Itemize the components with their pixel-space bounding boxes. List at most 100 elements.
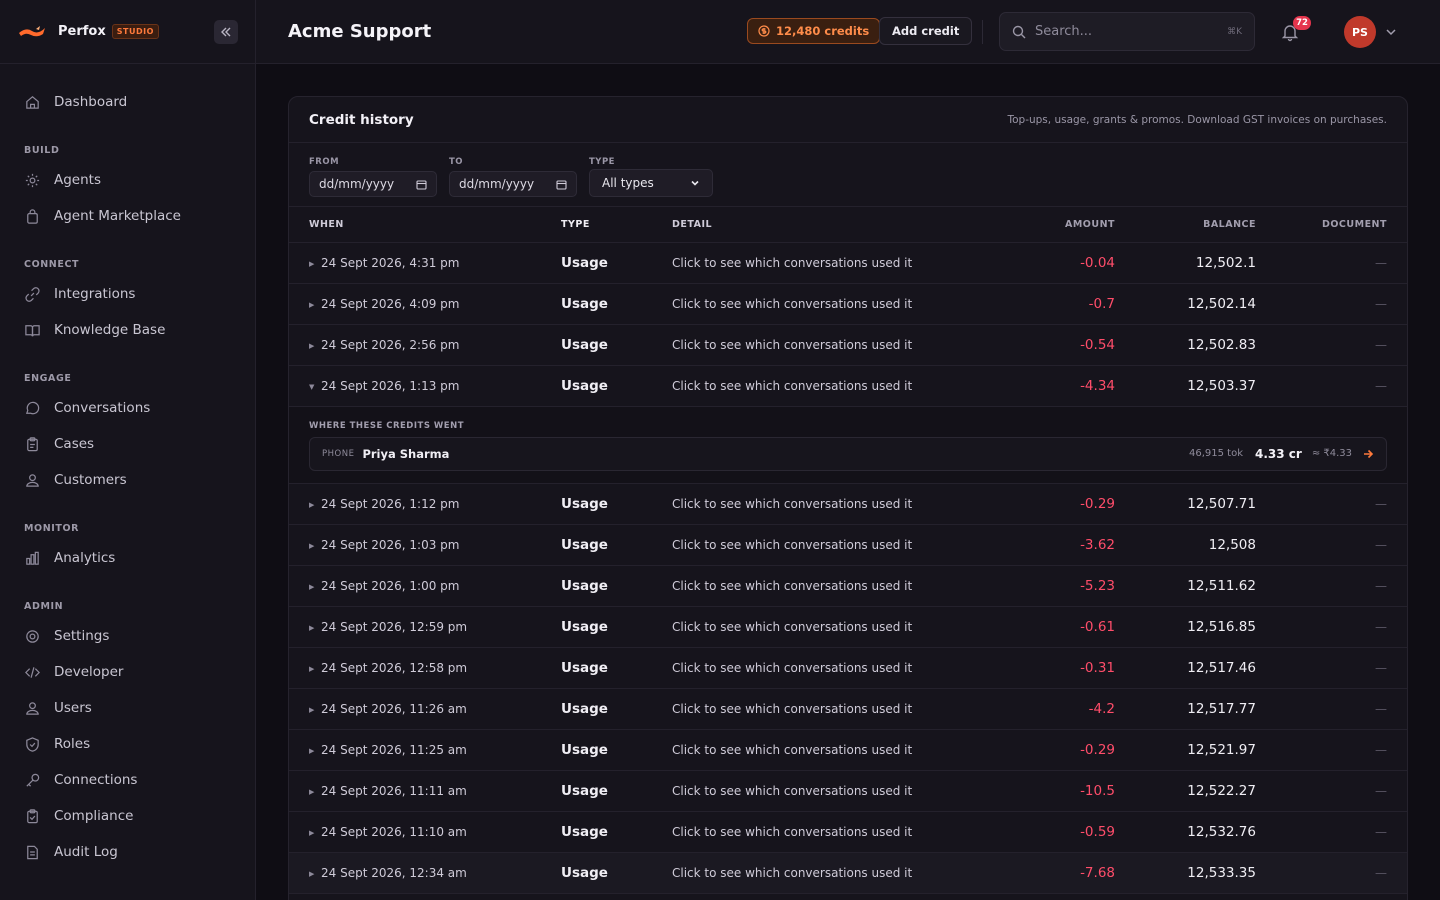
- sidebar-section-admin: ADMIN: [24, 601, 64, 612]
- page-title: Acme Support: [288, 21, 432, 42]
- row-document: —: [1256, 242, 1407, 284]
- sidebar-item-dashboard[interactable]: Dashboard: [0, 84, 255, 120]
- row-type: Usage: [561, 811, 672, 853]
- table-row[interactable]: ▶ 24 Sept 2026, 11:25 am Usage Click to s…: [289, 729, 1407, 771]
- row-detail: Click to see which conversations used it: [672, 811, 972, 853]
- sidebar-item-analytics[interactable]: Analytics: [0, 540, 255, 576]
- table-row[interactable]: ▶ 24 Sept 2026, 2:56 pm Usage Click to se…: [289, 324, 1407, 366]
- row-when-text: 24 Sept 2026, 1:00 pm: [321, 578, 460, 593]
- table-row-expanded[interactable]: ▼ 24 Sept 2026, 1:13 pm Usage Click to se…: [289, 365, 1407, 407]
- breakdown-customer-name: Priya Sharma: [362, 446, 450, 461]
- row-balance: 12,532.76: [1115, 811, 1256, 853]
- sidebar-item-connections[interactable]: Connections: [0, 762, 255, 798]
- caret-right-icon: ▶: [309, 500, 315, 509]
- row-when-text: 24 Sept 2026, 1:03 pm: [321, 537, 460, 552]
- table-row[interactable]: ▶ 24 Sept 2026, 12:59 pm Usage Click to s…: [289, 606, 1407, 648]
- search-icon: [1012, 25, 1026, 38]
- row-balance: 12,508: [1115, 524, 1256, 566]
- row-document: —: [1256, 283, 1407, 325]
- sidebar-item-label: Cases: [54, 436, 95, 452]
- table-row[interactable]: ▶ 24 Sept 2026, 1:12 pm Usage Click to se…: [289, 483, 1407, 525]
- sidebar-item-audit-log[interactable]: Audit Log: [0, 834, 255, 870]
- home-icon: [26, 95, 39, 109]
- row-detail: Click to see which conversations used it: [672, 365, 972, 407]
- table-row[interactable]: ▶ 24 Sept 2026, 11:11 am Usage Click to s…: [289, 770, 1407, 812]
- breakdown-item[interactable]: PHONE Priya Sharma 46,915 tok 4.33 cr ≈ …: [309, 436, 1387, 471]
- caret-right-icon: ▶: [309, 300, 315, 309]
- document-icon: [27, 845, 38, 859]
- row-when-text: 24 Sept 2026, 1:12 pm: [321, 496, 460, 511]
- row-amount: -0.31: [972, 647, 1115, 689]
- notification-count-badge: 72: [1293, 16, 1311, 30]
- caret-right-icon: ▶: [309, 259, 315, 268]
- row-when: ▶ 24 Sept 2026, 1:00 pm: [289, 565, 561, 607]
- to-date-value: dd/mm/yyyy: [459, 177, 535, 191]
- row-detail: Click to see which conversations used it: [672, 483, 972, 525]
- row-detail: Click to see which conversations used it: [672, 324, 972, 366]
- chevron-down-icon[interactable]: [1385, 26, 1397, 38]
- table-row[interactable]: ▶ 24 Sept 2026, 12:58 pm Usage Click to s…: [289, 647, 1407, 689]
- sidebar-item-agent-marketplace[interactable]: Agent Marketplace: [0, 198, 255, 234]
- caret-right-icon: ▶: [309, 541, 315, 550]
- row-balance: 12,522.27: [1115, 770, 1256, 812]
- collapse-sidebar-button[interactable]: [214, 20, 238, 44]
- row-when-text: 24 Sept 2026, 1:13 pm: [321, 378, 460, 393]
- card-header: Credit history Top-ups, usage, grants & …: [289, 97, 1407, 143]
- row-type: Usage: [561, 852, 672, 894]
- table-row[interactable]: ▶ 24 Sept 2026, 4:31 pm Usage Click to se…: [289, 242, 1407, 284]
- sidebar-item-label: Agents: [54, 172, 101, 188]
- sidebar-item-agents[interactable]: Agents: [0, 162, 255, 198]
- column-header-type: TYPE: [561, 207, 672, 243]
- row-balance: 12,533.35: [1115, 852, 1256, 894]
- sidebar-item-conversations[interactable]: Conversations: [0, 390, 255, 426]
- from-date-input[interactable]: dd/mm/yyyy: [309, 171, 437, 197]
- sidebar-item-developer[interactable]: Developer: [0, 654, 255, 690]
- sidebar-item-label: Audit Log: [54, 844, 118, 860]
- header-divider: [982, 20, 983, 44]
- row-when: ▼ 24 Sept 2026, 1:13 pm: [289, 365, 561, 407]
- clipboard-icon: [27, 436, 38, 451]
- table-row[interactable]: ▶ 24 Sept 2026, 4:09 pm Usage Click to se…: [289, 283, 1407, 325]
- row-amount: -0.04: [972, 242, 1115, 284]
- table-row[interactable]: ▶ 24 Sept 2026, 11:10 am Usage Click to s…: [289, 811, 1407, 853]
- row-document: —: [1256, 770, 1407, 812]
- sidebar-item-users[interactable]: Users: [0, 690, 255, 726]
- row-balance: 12,517.46: [1115, 647, 1256, 689]
- sidebar-item-compliance[interactable]: Compliance: [0, 798, 255, 834]
- table-row[interactable]: ▶ 24 Sept 2026, 11:26 am Usage Click to s…: [289, 688, 1407, 730]
- chart-icon: [26, 551, 39, 565]
- sidebar-item-integrations[interactable]: Integrations: [0, 276, 255, 312]
- shield-icon: [26, 736, 39, 752]
- caret-right-icon: ▶: [309, 705, 315, 714]
- brand-name: Perfox: [58, 24, 106, 39]
- table-row[interactable]: ▶ 24 Sept 2026, 1:00 pm Usage Click to se…: [289, 565, 1407, 607]
- row-when: ▶ 24 Sept 2026, 11:25 am: [289, 729, 561, 771]
- row-amount: -0.54: [972, 324, 1115, 366]
- table-row[interactable]: ▶ 24 Sept 2026, 1:03 pm Usage Click to se…: [289, 524, 1407, 566]
- search-input[interactable]: [1035, 24, 1205, 39]
- caret-right-icon: ▶: [309, 828, 315, 837]
- row-when: ▶ 24 Sept 2026, 12:58 pm: [289, 647, 561, 689]
- type-select[interactable]: All types: [589, 169, 713, 197]
- sidebar-item-knowledge-base[interactable]: Knowledge Base: [0, 312, 255, 348]
- search-box[interactable]: ⌘K: [999, 12, 1255, 51]
- row-when-text: 24 Sept 2026, 4:09 pm: [321, 296, 460, 311]
- row-when-text: 24 Sept 2026, 11:26 am: [321, 701, 467, 716]
- sidebar-item-settings[interactable]: Settings: [0, 618, 255, 654]
- row-document: —: [1256, 324, 1407, 366]
- add-credit-button[interactable]: Add credit: [879, 17, 973, 45]
- bag-icon: [27, 208, 38, 224]
- caret-right-icon: ▶: [309, 341, 315, 350]
- credits-balance-badge[interactable]: 12,480 credits: [747, 18, 881, 44]
- sidebar-item-cases[interactable]: Cases: [0, 426, 255, 462]
- link-icon: [25, 286, 40, 302]
- sidebar-item-roles[interactable]: Roles: [0, 726, 255, 762]
- row-when: ▶ 24 Sept 2026, 11:10 am: [289, 811, 561, 853]
- sidebar-item-customers[interactable]: Customers: [0, 462, 255, 498]
- caret-right-icon: ▶: [309, 746, 315, 755]
- arrow-right-icon[interactable]: [1362, 448, 1374, 460]
- avatar[interactable]: PS: [1344, 16, 1376, 48]
- to-date-input[interactable]: dd/mm/yyyy: [449, 171, 577, 197]
- row-type: Usage: [561, 565, 672, 607]
- table-row[interactable]: ▶ 24 Sept 2026, 12:34 am Usage Click to s…: [289, 852, 1407, 894]
